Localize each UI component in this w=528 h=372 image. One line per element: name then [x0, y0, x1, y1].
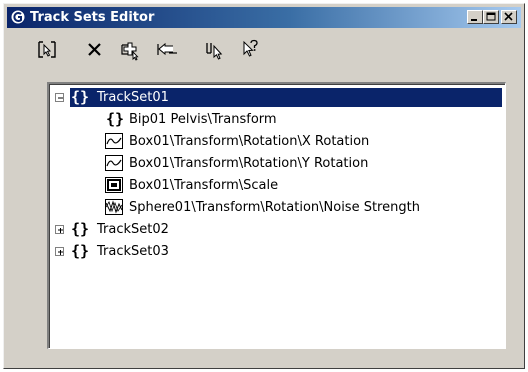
track-set-tree[interactable]: {} TrackSet01 {} Bip01 Pelvis\Transform …	[47, 82, 506, 349]
select-curves-icon[interactable]	[203, 38, 227, 62]
remove-tracks-icon[interactable]	[155, 38, 179, 62]
expand-toggle[interactable]	[55, 225, 64, 234]
app-icon[interactable]	[10, 9, 26, 25]
trackset-braces-icon: {}	[71, 88, 90, 106]
tree-item-label: Sphere01\Transform\Rotation\Noise Streng…	[129, 200, 420, 215]
tree-item-label: TrackSet02	[97, 222, 169, 237]
tree-item-label: TrackSet03	[97, 244, 169, 259]
trackset-braces-icon: {}	[71, 220, 90, 238]
minimize-button[interactable]	[467, 10, 483, 24]
window-title: Track Sets Editor	[30, 10, 155, 25]
close-button[interactable]	[501, 10, 517, 24]
tree-item-track[interactable]: Box01\Transform\Scale	[49, 175, 504, 197]
help-icon[interactable]	[239, 38, 263, 62]
tree-item-label: TrackSet01	[97, 90, 169, 105]
tree-item-trackset01[interactable]: {} TrackSet01	[49, 87, 504, 109]
tree-item-label: Box01\Transform\Rotation\X Rotation	[129, 134, 370, 149]
title-bar[interactable]: Track Sets Editor	[7, 7, 521, 28]
function-curve-icon	[105, 133, 123, 149]
delete-icon[interactable]	[83, 38, 107, 62]
toolbar	[4, 32, 524, 68]
tree-item-label: Bip01 Pelvis\Transform	[129, 112, 277, 127]
tree-item-label: Box01\Transform\Scale	[129, 178, 279, 193]
tree-item-track[interactable]: {} Bip01 Pelvis\Transform	[49, 109, 504, 131]
add-tracks-icon[interactable]	[119, 38, 143, 62]
maximize-button[interactable]	[483, 10, 499, 24]
track-sets-editor-window: Track Sets Editor {} TrackSet01 {} Bip01…	[3, 3, 525, 369]
noise-track-icon	[105, 199, 123, 215]
expand-toggle[interactable]	[55, 247, 64, 256]
braces-icon: {}	[106, 110, 125, 128]
tree-item-trackset03[interactable]: {} TrackSet03	[49, 241, 504, 263]
tree-item-track[interactable]: Box01\Transform\Rotation\X Rotation	[49, 131, 504, 153]
tree-item-trackset02[interactable]: {} TrackSet02	[49, 219, 504, 241]
trackset-braces-icon: {}	[71, 242, 90, 260]
function-curve-icon	[105, 155, 123, 171]
tree-item-track[interactable]: Sphere01\Transform\Rotation\Noise Streng…	[49, 197, 504, 219]
tree-item-track[interactable]: Box01\Transform\Rotation\Y Rotation	[49, 153, 504, 175]
scale-track-icon	[105, 177, 123, 193]
select-tracks-icon[interactable]	[35, 38, 59, 62]
collapse-toggle[interactable]	[55, 93, 64, 102]
tree-item-label: Box01\Transform\Rotation\Y Rotation	[129, 156, 369, 171]
